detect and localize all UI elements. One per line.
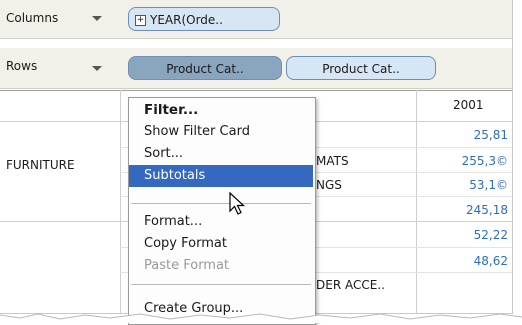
menu-item-filter[interactable]: Filter... bbox=[129, 99, 313, 121]
value-cell: 48,62 bbox=[473, 254, 508, 268]
rows-dropdown-arrow-icon[interactable] bbox=[92, 66, 102, 71]
menu-separator bbox=[131, 284, 311, 285]
subcategory-cell[interactable]: NGS bbox=[316, 178, 342, 192]
mouse-pointer-icon bbox=[229, 191, 246, 215]
value-cell: 245,18 bbox=[466, 203, 508, 217]
value-cell: 53,1© bbox=[469, 178, 508, 192]
subcategory-cell[interactable]: MATS bbox=[316, 154, 349, 168]
shelf-separator bbox=[0, 39, 512, 47]
grid-divider bbox=[416, 90, 417, 313]
menu-item-subtotals[interactable]: Subtotals bbox=[129, 165, 313, 187]
menu-item-sort[interactable]: Sort... bbox=[129, 143, 313, 165]
grid-divider bbox=[120, 90, 121, 313]
torn-edge-decoration bbox=[0, 313, 522, 323]
category-furniture[interactable]: FURNITURE bbox=[6, 158, 75, 172]
columns-year-pill[interactable]: + YEAR(Orde.. bbox=[128, 7, 280, 31]
year-header-2001[interactable]: 2001 bbox=[416, 90, 512, 120]
menu-item-show-filter-card[interactable]: Show Filter Card bbox=[129, 121, 313, 143]
menu-item-format[interactable]: Format... bbox=[129, 211, 313, 233]
value-cell: 255,3© bbox=[461, 154, 508, 168]
columns-label: Columns bbox=[6, 11, 59, 25]
value-cell: 25,81 bbox=[473, 128, 508, 142]
menu-item-copy-format[interactable]: Copy Format bbox=[129, 233, 313, 255]
value-cell: 52,22 bbox=[473, 228, 508, 242]
rows-label: Rows bbox=[6, 59, 38, 73]
pill-context-menu: Filter... Show Filter Card Sort... Subto… bbox=[128, 97, 316, 325]
menu-separator bbox=[131, 203, 311, 204]
expand-icon[interactable]: + bbox=[135, 15, 146, 26]
rows-pill-product-category-1[interactable]: Product Cat.. bbox=[128, 56, 282, 80]
rows-pill-product-category-2[interactable]: Product Cat.. bbox=[286, 56, 436, 80]
columns-pill-label: YEAR(Orde.. bbox=[150, 13, 223, 27]
columns-dropdown-arrow-icon[interactable] bbox=[92, 16, 102, 21]
subcategory-cell[interactable]: DER ACCE.. bbox=[316, 278, 385, 292]
menu-item-paste-format: Paste Format bbox=[144, 258, 230, 273]
